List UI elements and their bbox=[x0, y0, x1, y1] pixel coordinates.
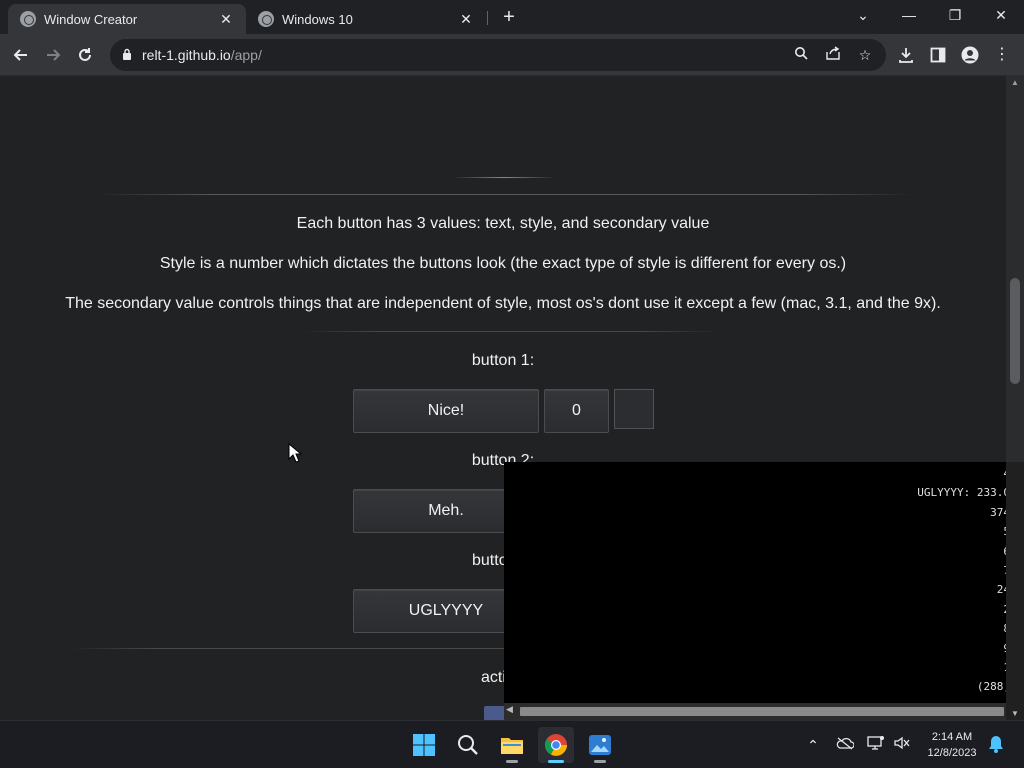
bookmark-star-icon[interactable]: ☆ bbox=[856, 46, 874, 64]
menu-icon[interactable]: ⋮ bbox=[989, 42, 1015, 68]
divider bbox=[96, 194, 914, 195]
taskbar: ⌃ 2:14 AM 12/8/2023 bbox=[0, 720, 1024, 768]
globe-icon bbox=[20, 11, 36, 27]
start-button[interactable] bbox=[406, 727, 442, 763]
scroll-left-icon[interactable]: ◀ bbox=[506, 704, 513, 715]
address-bar[interactable]: relt-1.github.io/app/ ☆ bbox=[110, 39, 886, 71]
running-indicator bbox=[594, 760, 606, 763]
scroll-up-icon[interactable]: ▲ bbox=[1006, 78, 1024, 87]
tab-title: Window Creator bbox=[44, 11, 138, 27]
tab-separator bbox=[487, 11, 488, 25]
reload-icon[interactable] bbox=[72, 42, 98, 68]
windows-logo-icon bbox=[413, 734, 435, 756]
search-icon[interactable] bbox=[792, 46, 810, 64]
browser-toolbar: relt-1.github.io/app/ ☆ ⋮ bbox=[0, 34, 1024, 76]
tab-strip: Window Creator ✕ Windows 10 ✕ + ⌄ — ❐ ✕ bbox=[0, 0, 1024, 34]
photos-icon bbox=[589, 735, 611, 755]
running-indicator bbox=[548, 760, 564, 763]
tab-window-creator[interactable]: Window Creator ✕ bbox=[8, 4, 246, 34]
close-icon[interactable]: ✕ bbox=[458, 11, 474, 28]
scroll-down-icon[interactable]: ▼ bbox=[1006, 709, 1024, 718]
divider bbox=[300, 331, 720, 332]
console-line: UGLYYYY: 233.0 bbox=[917, 486, 1010, 500]
close-icon[interactable]: ✕ bbox=[218, 11, 234, 28]
button-1-secondary-input[interactable] bbox=[614, 389, 654, 429]
paragraph-values: Each button has 3 values: text, style, a… bbox=[296, 215, 710, 232]
chevron-up-icon[interactable]: ⌃ bbox=[803, 735, 823, 755]
search-icon bbox=[458, 735, 478, 755]
tab-search-icon[interactable]: ⌄ bbox=[840, 0, 886, 32]
chrome-icon bbox=[545, 734, 567, 756]
console-scrollbar-thumb[interactable] bbox=[520, 707, 1004, 716]
console-line: 7 bbox=[917, 561, 1010, 580]
console-vertical-scrollbar[interactable]: ▼ bbox=[1006, 462, 1024, 720]
search-button[interactable] bbox=[450, 727, 486, 763]
console-line: 9 bbox=[917, 639, 1010, 658]
folder-icon bbox=[501, 738, 523, 754]
globe-icon bbox=[258, 11, 274, 27]
paragraph-style: Style is a number which dictates the but… bbox=[159, 255, 847, 272]
console-output: 4 UGLYYYY: 233.0 374 5 6 7 24 2 8 9 1 (2… bbox=[917, 464, 1010, 697]
side-panel-icon[interactable] bbox=[925, 42, 951, 68]
profile-icon[interactable] bbox=[957, 42, 983, 68]
network-icon[interactable] bbox=[866, 735, 886, 755]
console-line: 374 bbox=[990, 505, 1010, 519]
divider bbox=[452, 177, 556, 178]
photos-button[interactable] bbox=[582, 727, 618, 763]
button-1-label: button 1: bbox=[471, 352, 535, 369]
download-icon[interactable] bbox=[893, 42, 919, 68]
scrollbar-thumb[interactable] bbox=[1010, 278, 1020, 384]
minimize-button[interactable]: — bbox=[886, 0, 932, 32]
clock-time: 2:14 AM bbox=[931, 731, 973, 743]
console-line: 6 bbox=[917, 542, 1010, 561]
system-clock[interactable]: 2:14 AM 12/8/2023 bbox=[920, 729, 984, 761]
close-window-button[interactable]: ✕ bbox=[978, 0, 1024, 32]
console-line: 8 bbox=[917, 619, 1010, 638]
back-icon[interactable] bbox=[8, 42, 34, 68]
running-indicator bbox=[506, 760, 518, 763]
tab-title: Windows 10 bbox=[282, 11, 353, 27]
console-line: 24 bbox=[996, 583, 1010, 597]
restore-button[interactable]: ❐ bbox=[932, 0, 978, 32]
paragraph-secondary: The secondary value controls things that… bbox=[65, 295, 941, 312]
button-1-style-input[interactable]: 0 bbox=[544, 389, 609, 433]
divider bbox=[70, 648, 510, 649]
chrome-button[interactable] bbox=[538, 727, 574, 763]
console-line: 1 bbox=[917, 658, 1010, 677]
lock-icon bbox=[123, 48, 131, 60]
file-explorer-button[interactable] bbox=[494, 727, 530, 763]
tab-windows-10[interactable]: Windows 10 ✕ bbox=[246, 4, 486, 34]
mouse-cursor-icon bbox=[288, 443, 302, 463]
active-label: acti bbox=[481, 669, 506, 686]
button-1-text-input[interactable]: Nice! bbox=[353, 389, 539, 433]
console-line: (288, bbox=[976, 680, 1010, 694]
button-3-label: butto bbox=[472, 552, 508, 569]
forward-icon[interactable] bbox=[40, 42, 66, 68]
console-line: 2 bbox=[917, 600, 1010, 619]
console-window: 4 UGLYYYY: 233.0 374 5 6 7 24 2 8 9 1 (2… bbox=[504, 462, 1024, 720]
url-text: relt-1.github.io/app/ bbox=[142, 47, 262, 63]
new-tab-button[interactable]: + bbox=[498, 6, 520, 28]
console-line: 4 bbox=[917, 464, 1010, 483]
share-icon[interactable] bbox=[824, 46, 842, 64]
clock-date: 12/8/2023 bbox=[927, 747, 977, 759]
volume-muted-icon[interactable] bbox=[892, 735, 912, 755]
onedrive-icon[interactable] bbox=[835, 735, 855, 755]
console-line: 5 bbox=[917, 522, 1010, 541]
notification-bell-icon[interactable] bbox=[986, 735, 1006, 755]
console-horizontal-scrollbar[interactable]: ◀ bbox=[504, 703, 1006, 720]
